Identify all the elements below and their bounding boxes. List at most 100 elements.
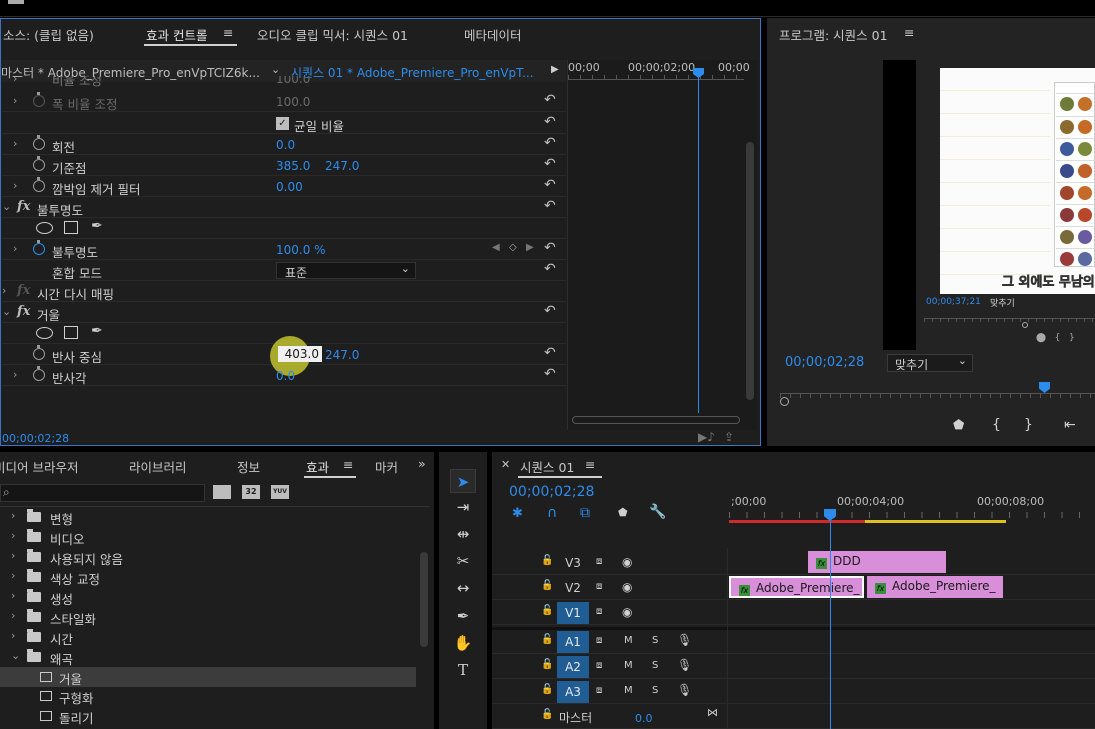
go-to-in-icon[interactable]: ⇤ bbox=[1064, 417, 1076, 433]
stopwatch-icon[interactable] bbox=[33, 345, 45, 360]
fx-icon[interactable]: fx bbox=[17, 283, 30, 298]
sync-lock-icon[interactable]: ⧈ bbox=[596, 556, 602, 567]
more-tabs-icon[interactable]: » bbox=[418, 456, 426, 471]
chevron-right-icon[interactable]: › bbox=[13, 179, 17, 192]
reset-icon[interactable]: ↶ bbox=[544, 303, 556, 319]
effect-folder-generate[interactable]: › 생성 bbox=[0, 587, 416, 607]
effects-search-input[interactable]: ⌕ bbox=[0, 484, 205, 502]
reset-icon[interactable]: ↶ bbox=[544, 240, 556, 256]
ec-timecode[interactable]: 00;00;02;28 bbox=[2, 432, 69, 445]
add-marker-icon[interactable]: ⬟ bbox=[618, 506, 628, 519]
chevron-right-icon[interactable]: › bbox=[13, 242, 17, 255]
effects-scrollbar[interactable] bbox=[420, 552, 428, 647]
effect-folder-stylize[interactable]: › 스타일화 bbox=[0, 607, 416, 627]
reset-icon[interactable]: ↶ bbox=[544, 92, 556, 108]
effect-folder-distort[interactable]: ⌄ 왜곡 bbox=[0, 647, 416, 667]
microphone-icon[interactable]: 🎙 bbox=[677, 658, 692, 672]
solo-button[interactable]: S bbox=[652, 635, 658, 646]
effect-item-spherize[interactable]: 구형화 bbox=[0, 686, 416, 706]
pen-mask-icon[interactable]: ✒ bbox=[91, 218, 103, 234]
effects-menu-icon[interactable]: ≡ bbox=[343, 457, 353, 472]
add-keyframe-icon[interactable]: ◇ bbox=[509, 242, 517, 253]
flicker-value[interactable]: 0.00 bbox=[276, 180, 303, 194]
hand-tool-icon[interactable]: ✋ bbox=[450, 631, 476, 655]
linked-selection-icon[interactable]: ⧉ bbox=[580, 505, 590, 521]
mute-button[interactable]: M bbox=[624, 685, 633, 696]
reflect-angle-value[interactable]: 0.0 bbox=[276, 369, 295, 383]
mute-button[interactable]: M bbox=[624, 660, 633, 671]
clip-v3-ddd[interactable]: fx DDD bbox=[808, 551, 946, 573]
tab-source[interactable]: 소스: (클립 없음) bbox=[3, 25, 94, 44]
chevron-right-icon[interactable]: › bbox=[13, 76, 17, 85]
pen-mask-icon[interactable]: ✒ bbox=[91, 323, 103, 339]
32bit-effects-icon[interactable]: 32 bbox=[242, 485, 260, 499]
yuv-effects-icon[interactable]: YUV bbox=[271, 485, 289, 499]
timeline-playhead-line[interactable] bbox=[830, 520, 831, 729]
export-icon[interactable]: ⇪ bbox=[724, 430, 734, 444]
sync-lock-icon[interactable]: ⧈ bbox=[596, 660, 602, 671]
program-title[interactable]: 프로그램: 시퀀스 01 bbox=[779, 25, 888, 44]
rotation-value[interactable]: 0.0 bbox=[276, 138, 295, 152]
fx-icon[interactable]: fx bbox=[17, 199, 30, 214]
track-a2-label[interactable]: A2 bbox=[557, 656, 589, 678]
chevron-down-icon[interactable]: ⌄ bbox=[2, 305, 11, 318]
reset-icon[interactable]: ↶ bbox=[544, 177, 556, 193]
razor-tool-icon[interactable]: ✂ bbox=[450, 549, 476, 573]
stopwatch-icon[interactable] bbox=[33, 177, 45, 192]
ripple-edit-tool-icon[interactable]: ⇹ bbox=[450, 522, 476, 546]
blend-mode-select[interactable]: 표준 ⌄ bbox=[276, 262, 416, 280]
next-keyframe-icon[interactable]: ▶ bbox=[526, 242, 534, 253]
stopwatch-icon[interactable] bbox=[33, 135, 45, 150]
lock-icon[interactable]: 🔓 bbox=[541, 555, 553, 566]
solo-button[interactable]: S bbox=[652, 685, 658, 696]
timeline-menu-icon[interactable]: ≡ bbox=[585, 457, 595, 472]
selection-tool-icon[interactable]: ➤ bbox=[450, 469, 476, 493]
play-triangle-icon[interactable]: ▶ bbox=[551, 64, 559, 75]
sync-lock-icon[interactable]: ⧈ bbox=[596, 606, 602, 617]
eye-icon[interactable]: ◉ bbox=[622, 605, 632, 619]
tab-markers[interactable]: 마커 bbox=[375, 457, 397, 476]
track-v2-label[interactable]: V2 bbox=[557, 577, 589, 599]
opacity-value[interactable]: 100.0 % bbox=[276, 243, 326, 257]
tab-effect-controls[interactable]: 효과 컨트롤 bbox=[146, 25, 207, 44]
nest-icon[interactable]: ✱ bbox=[512, 506, 523, 521]
add-marker-icon[interactable]: ⬟ bbox=[953, 418, 964, 433]
ec-playhead[interactable] bbox=[698, 68, 699, 413]
effect-item-twirl[interactable]: 돌리기 bbox=[0, 706, 416, 726]
tab-metadata[interactable]: 메타데이터 bbox=[464, 25, 522, 44]
lock-icon[interactable]: 🔓 bbox=[541, 709, 553, 720]
prev-keyframe-icon[interactable]: ◀ bbox=[492, 242, 500, 253]
type-tool-icon[interactable]: T bbox=[450, 658, 476, 682]
effect-folder-color-correction[interactable]: › 색상 교정 bbox=[0, 567, 416, 587]
reset-icon[interactable]: ↶ bbox=[544, 156, 556, 172]
program-timecode[interactable]: 00;00;02;28 bbox=[785, 355, 864, 370]
uniform-scale-checkbox[interactable]: ✓ bbox=[276, 117, 289, 130]
reset-icon[interactable]: ↶ bbox=[544, 135, 556, 151]
chevron-right-icon[interactable]: › bbox=[13, 137, 17, 150]
tab-libraries[interactable]: 라이브러리 bbox=[129, 457, 187, 476]
fx-icon[interactable]: fx bbox=[17, 304, 30, 319]
effect-folder-obsolete[interactable]: › 사용되지 않음 bbox=[0, 547, 416, 567]
solo-button[interactable]: S bbox=[652, 660, 658, 671]
effect-folder-video[interactable]: › 비디오 bbox=[0, 527, 416, 547]
program-scrub-start[interactable] bbox=[780, 397, 789, 406]
pen-tool-icon[interactable]: ✒ bbox=[450, 604, 476, 628]
ec-vertical-scrollbar[interactable] bbox=[746, 142, 754, 400]
stopwatch-icon[interactable] bbox=[33, 366, 45, 381]
lock-icon[interactable]: 🔓 bbox=[541, 684, 553, 695]
track-v3-label[interactable]: V3 bbox=[557, 552, 589, 574]
effect-folder-time[interactable]: › 시간 bbox=[0, 627, 416, 647]
sync-lock-icon[interactable]: ⧈ bbox=[596, 685, 602, 696]
anchor-y-value[interactable]: 247.0 bbox=[325, 159, 359, 173]
microphone-icon[interactable]: 🎙 bbox=[677, 633, 692, 647]
ellipse-mask-icon[interactable] bbox=[36, 327, 53, 339]
slip-tool-icon[interactable]: ↔ bbox=[450, 576, 476, 600]
reflect-center-x-input[interactable]: 403.0 bbox=[278, 346, 322, 362]
accelerated-effects-icon[interactable] bbox=[213, 485, 231, 499]
master-volume-value[interactable]: 0.0 bbox=[635, 712, 653, 725]
reflect-center-y-value[interactable]: 247.0 bbox=[325, 348, 359, 362]
chevron-right-icon[interactable]: › bbox=[2, 284, 6, 297]
window-grip[interactable] bbox=[8, 0, 24, 4]
mark-in-icon[interactable]: { bbox=[992, 417, 1001, 433]
reset-icon[interactable]: ↶ bbox=[544, 261, 556, 277]
